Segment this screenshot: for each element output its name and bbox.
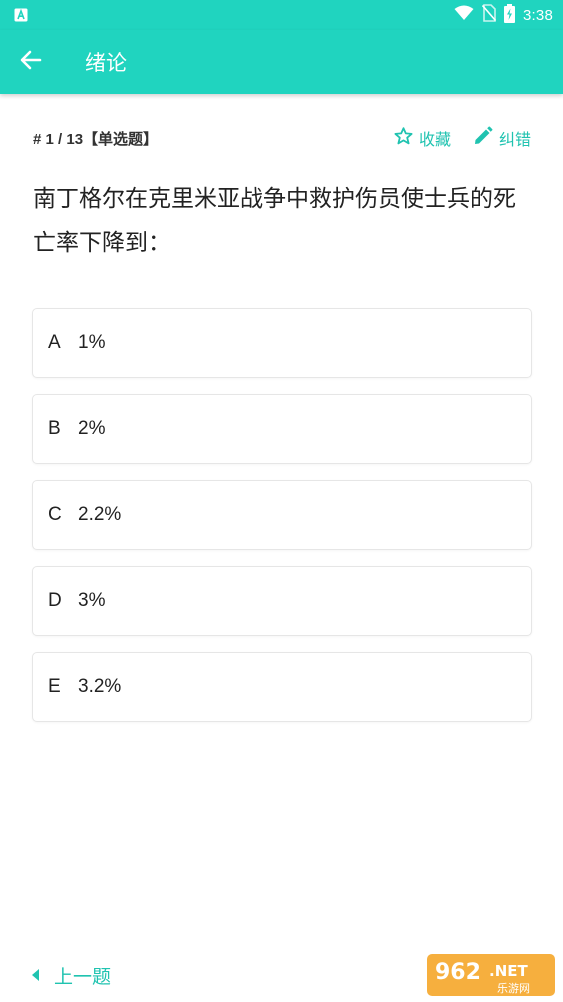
favorite-label: 收藏	[419, 130, 452, 149]
svg-text:962: 962	[435, 960, 481, 985]
option-text: 2%	[78, 418, 106, 439]
previous-question-label: 上一题	[54, 966, 112, 988]
option-text: 2.2%	[78, 504, 122, 525]
option-letter: E	[48, 676, 61, 697]
options-list: A 1% B 2% C 2.2% D 3% E 3.2%	[32, 308, 532, 738]
svg-text:.NET: .NET	[489, 962, 528, 980]
question-text: 南丁格尔在克里米亚战争中救护伤员使士兵的死亡率下降到：	[33, 186, 516, 256]
report-error-label: 纠错	[499, 130, 532, 149]
question-number: # 1 / 13【单选题】	[33, 131, 159, 148]
option-text: 1%	[78, 332, 106, 353]
report-error-button[interactable]: 纠错	[473, 126, 531, 150]
option-e[interactable]: E 3.2%	[32, 652, 532, 722]
option-c[interactable]: C 2.2%	[32, 480, 532, 550]
status-bar: 3:38	[0, 0, 563, 30]
option-text: 3.2%	[78, 676, 122, 697]
option-b[interactable]: B 2%	[32, 394, 532, 464]
page-title: 绪论	[85, 51, 127, 75]
star-outline-icon	[394, 127, 413, 149]
option-letter: D	[48, 590, 62, 611]
back-button[interactable]	[14, 46, 48, 78]
option-d[interactable]: D 3%	[32, 566, 532, 636]
no-sim-icon	[481, 4, 497, 26]
option-letter: C	[48, 504, 62, 525]
wifi-icon	[454, 5, 474, 25]
app-notification-icon	[14, 7, 28, 22]
option-letter: B	[48, 418, 61, 439]
arrow-left-icon	[20, 50, 42, 74]
option-letter: A	[48, 332, 61, 353]
option-text: 3%	[78, 590, 106, 611]
option-a[interactable]: A 1%	[32, 308, 532, 378]
pencil-icon	[473, 126, 493, 150]
svg-text:乐游网: 乐游网	[497, 982, 530, 995]
question-meta: # 1 / 13【单选题】 收藏 纠错	[33, 126, 533, 150]
site-watermark-logo: 962 .NET 乐游网	[425, 952, 557, 998]
previous-question-button[interactable]: 上一题	[31, 962, 111, 989]
status-icons: 3:38	[454, 3, 553, 27]
status-time: 3:38	[523, 6, 553, 24]
battery-charging-icon	[504, 3, 515, 27]
app-bar: 绪论	[0, 30, 563, 94]
favorite-button[interactable]: 收藏	[394, 126, 451, 150]
caret-left-icon	[31, 965, 40, 987]
